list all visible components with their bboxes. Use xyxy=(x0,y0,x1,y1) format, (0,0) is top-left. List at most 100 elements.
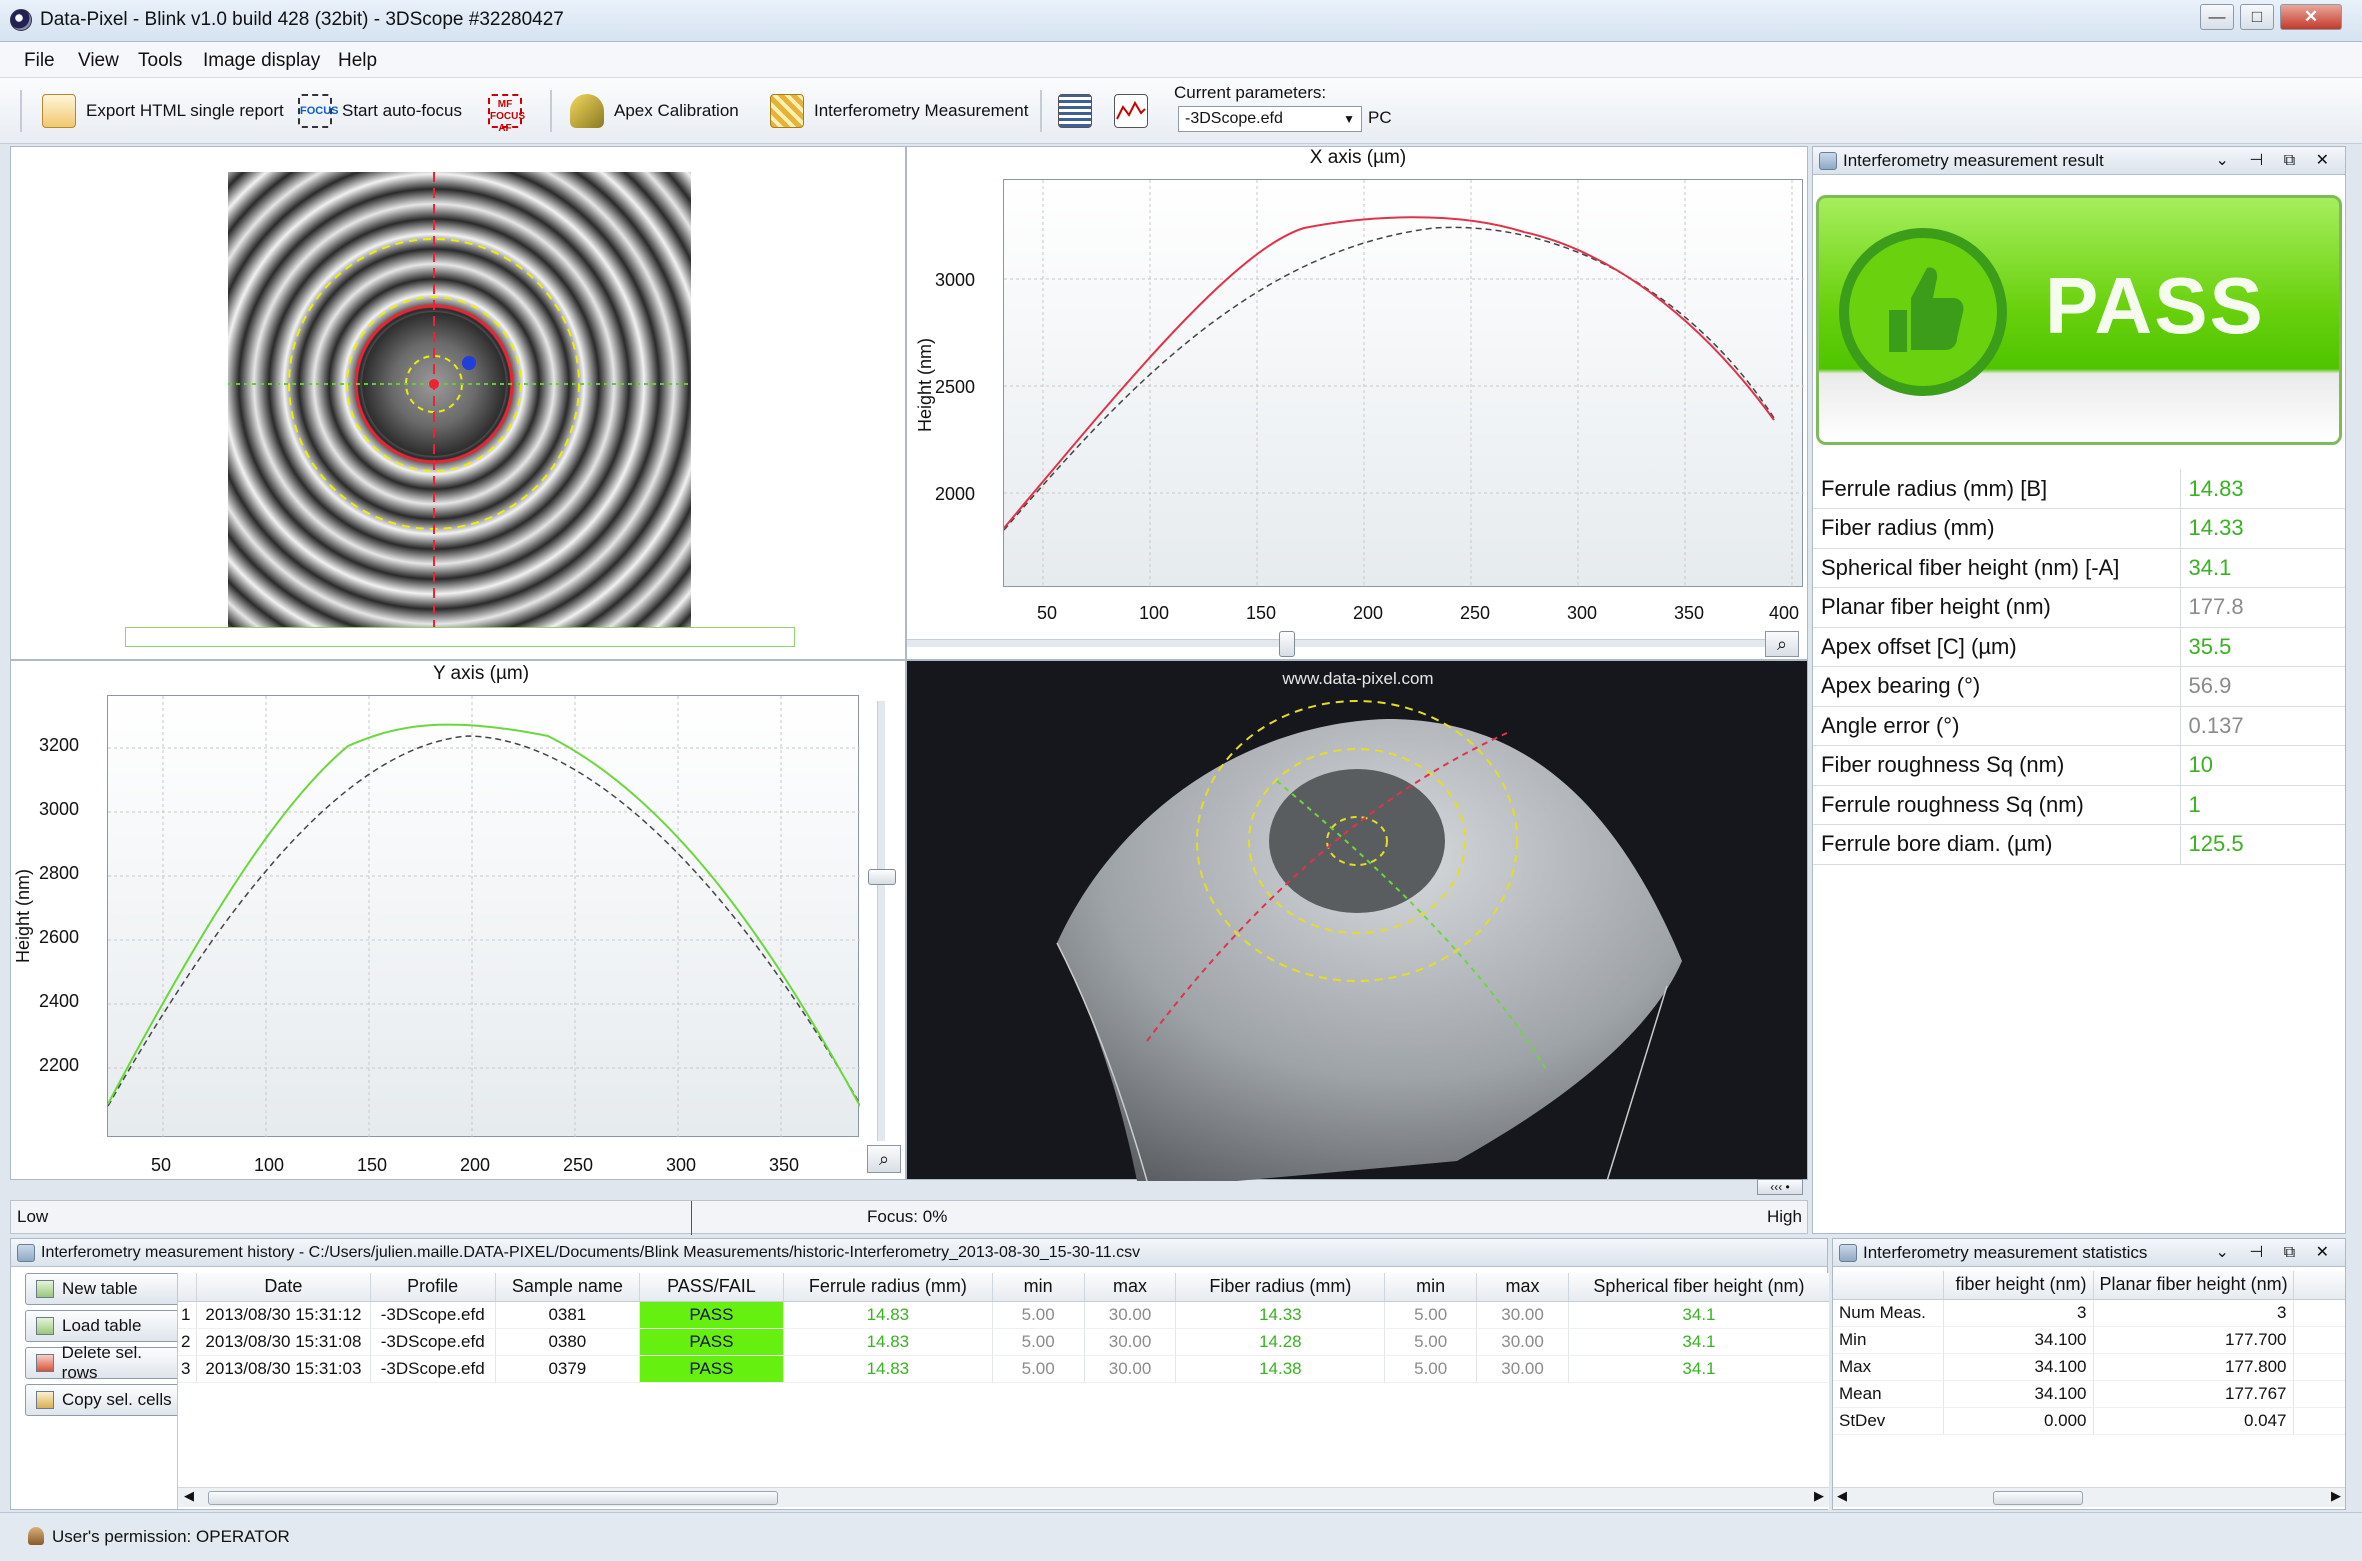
apex-calibration-button[interactable]: Apex Calibration xyxy=(570,92,739,130)
multi-focus-button[interactable]: MF FOCUS AF xyxy=(488,92,525,134)
table-cell[interactable]: PASS xyxy=(639,1355,784,1383)
table-cell[interactable]: Max xyxy=(1833,1353,1944,1381)
x-plot-area[interactable] xyxy=(1003,179,1804,588)
delete-rows-button[interactable]: Delete sel. rows xyxy=(25,1343,181,1382)
table-cell[interactable]: 34.1 xyxy=(1568,1328,1829,1356)
scroll-left-icon[interactable]: ◀ xyxy=(184,1488,194,1504)
close-button[interactable]: ✕ xyxy=(2280,4,2342,30)
history-column-header[interactable]: Ferrule radius (mm) xyxy=(783,1273,993,1302)
statistics-column-header[interactable]: fiber height (nm) xyxy=(1943,1271,2094,1300)
table-cell[interactable]: 14.38 xyxy=(1175,1355,1386,1383)
minimize-button[interactable]: — xyxy=(2200,4,2234,30)
history-column-header[interactable]: Sample name xyxy=(495,1273,640,1302)
table-cell[interactable]: 177.700 xyxy=(2093,1326,2294,1354)
y-zoom-button[interactable]: ⌕ xyxy=(867,1145,901,1173)
table-cell[interactable]: -3DScope.efd xyxy=(370,1328,496,1356)
table-cell[interactable]: 3 xyxy=(178,1355,198,1383)
table-cell[interactable]: 30.00 xyxy=(1476,1355,1569,1383)
y-slider-track[interactable] xyxy=(877,701,885,1141)
table-cell[interactable]: Num Meas. xyxy=(1833,1299,1944,1327)
table-cell[interactable]: 14.33 xyxy=(1175,1301,1386,1329)
table-row[interactable]: Num Meas. 3 3 xyxy=(1833,1299,2345,1327)
table-cell[interactable] xyxy=(2293,1353,2345,1381)
parameters-button[interactable] xyxy=(1058,92,1092,130)
table-cell[interactable]: 2013/08/30 15:31:08 xyxy=(196,1328,371,1356)
table-cell[interactable]: 14.83 xyxy=(783,1328,993,1356)
history-column-header[interactable]: Fiber radius (mm) xyxy=(1175,1273,1386,1302)
table-cell[interactable]: PASS xyxy=(639,1301,784,1329)
dock-buttons[interactable]: ⌄ ⊣ ⧉ ✕ xyxy=(2215,1239,2337,1266)
history-column-header[interactable]: max xyxy=(1084,1273,1177,1302)
table-cell[interactable]: PASS xyxy=(639,1328,784,1356)
menu-view[interactable]: View xyxy=(78,50,119,72)
history-column-header[interactable]: Spherical fiber height (nm) xyxy=(1568,1273,1829,1302)
table-cell[interactable]: Mean xyxy=(1833,1380,1944,1408)
table-cell[interactable]: 2 xyxy=(178,1328,198,1356)
table-cell[interactable]: 2013/08/30 15:31:03 xyxy=(196,1355,371,1383)
table-cell[interactable]: 0.000 xyxy=(1943,1407,2094,1435)
x-slider-handle[interactable] xyxy=(1279,631,1295,657)
auto-focus-button[interactable]: FOCUS Start auto-focus xyxy=(298,92,462,130)
table-cell[interactable]: -3DScope.efd xyxy=(370,1355,496,1383)
table-cell[interactable]: -3DScope.efd xyxy=(370,1301,496,1329)
table-cell[interactable]: 177.767 xyxy=(2093,1380,2294,1408)
table-row[interactable]: 2 2013/08/30 15:31:08 -3DScope.efd 0380 PASS… xyxy=(178,1328,1829,1356)
table-cell[interactable]: 5.00 xyxy=(992,1355,1085,1383)
statistics-scroll-thumb[interactable] xyxy=(1993,1491,2083,1505)
table-cell[interactable]: StDev xyxy=(1833,1407,1944,1435)
history-column-header[interactable]: PASS/FAIL xyxy=(639,1273,784,1302)
statistics-column-header[interactable] xyxy=(1833,1271,1944,1300)
y-plot-area[interactable] xyxy=(107,695,861,1138)
table-cell[interactable]: 30.00 xyxy=(1476,1301,1569,1329)
history-column-header[interactable]: Profile xyxy=(370,1273,496,1302)
menu-file[interactable]: File xyxy=(24,50,55,72)
history-column-header[interactable]: Date xyxy=(196,1273,371,1302)
statistics-column-header[interactable]: Planar fiber height (nm) xyxy=(2093,1271,2294,1300)
table-cell[interactable]: 1 xyxy=(178,1301,198,1329)
load-table-button[interactable]: Load table xyxy=(25,1310,181,1342)
x-slider-track[interactable] xyxy=(907,639,1767,647)
export-html-button[interactable]: Export HTML single report xyxy=(42,92,284,130)
table-cell[interactable]: 5.00 xyxy=(1384,1301,1478,1329)
maximize-button[interactable]: □ xyxy=(2240,4,2274,30)
history-hscrollbar[interactable]: ◀ ▶ xyxy=(178,1487,1829,1507)
statistics-column-header[interactable]: Ape xyxy=(2293,1271,2345,1300)
table-cell[interactable]: 14.28 xyxy=(1175,1328,1386,1356)
table-cell[interactable]: 14.83 xyxy=(783,1301,993,1329)
history-column-header[interactable]: min xyxy=(1384,1273,1478,1302)
dock-buttons[interactable]: ⌄ ⊣ ⧉ ✕ xyxy=(2215,147,2337,174)
table-cell[interactable] xyxy=(2293,1326,2345,1354)
x-zoom-button[interactable]: ⌕ xyxy=(1765,631,1799,657)
copy-cells-button[interactable]: Copy sel. cells xyxy=(25,1384,181,1416)
table-cell[interactable]: 2013/08/30 15:31:12 xyxy=(196,1301,371,1329)
table-cell[interactable]: 14.83 xyxy=(783,1355,993,1383)
y-slider-handle[interactable] xyxy=(868,869,896,885)
table-row[interactable]: 3 2013/08/30 15:31:03 -3DScope.efd 0379 PASS… xyxy=(178,1355,1829,1383)
table-cell[interactable]: 34.100 xyxy=(1943,1353,2094,1381)
profile-settings-button[interactable] xyxy=(1114,92,1148,130)
history-scroll-thumb[interactable] xyxy=(208,1491,778,1505)
menu-help[interactable]: Help xyxy=(338,50,377,72)
table-cell[interactable]: 0379 xyxy=(495,1355,640,1383)
parameters-combo[interactable]: -3DScope.efd ▼ xyxy=(1178,106,1362,132)
table-cell[interactable]: 3 xyxy=(1943,1299,2094,1327)
table-row[interactable]: Min 34.100 177.700 xyxy=(1833,1326,2345,1354)
table-cell[interactable]: 5.00 xyxy=(1384,1328,1478,1356)
scroll-right-icon[interactable]: ▶ xyxy=(1814,1488,1824,1504)
new-table-button[interactable]: New table xyxy=(25,1273,181,1305)
table-cell[interactable]: 0381 xyxy=(495,1301,640,1329)
table-cell[interactable]: 34.100 xyxy=(1943,1326,2094,1354)
interferometry-measurement-button[interactable]: Interferometry Measurement xyxy=(770,92,1028,130)
table-cell[interactable]: 177.800 xyxy=(2093,1353,2294,1381)
table-row[interactable]: Mean 34.100 177.767 xyxy=(1833,1380,2345,1408)
table-cell[interactable]: 30.00 xyxy=(1084,1301,1177,1329)
menu-image-display[interactable]: Image display xyxy=(203,50,320,72)
table-cell[interactable]: Min xyxy=(1833,1326,1944,1354)
statistics-hscrollbar[interactable]: ◀ ▶ xyxy=(1833,1487,2345,1507)
view-options-button[interactable]: ‹‹‹ • xyxy=(1757,1179,1803,1195)
history-column-header[interactable]: min xyxy=(992,1273,1085,1302)
table-cell[interactable] xyxy=(2293,1299,2345,1327)
table-row[interactable]: StDev 0.000 0.047 xyxy=(1833,1407,2345,1435)
table-cell[interactable]: 30.00 xyxy=(1084,1328,1177,1356)
table-row[interactable]: 1 2013/08/30 15:31:12 -3DScope.efd 0381 PASS… xyxy=(178,1301,1829,1329)
